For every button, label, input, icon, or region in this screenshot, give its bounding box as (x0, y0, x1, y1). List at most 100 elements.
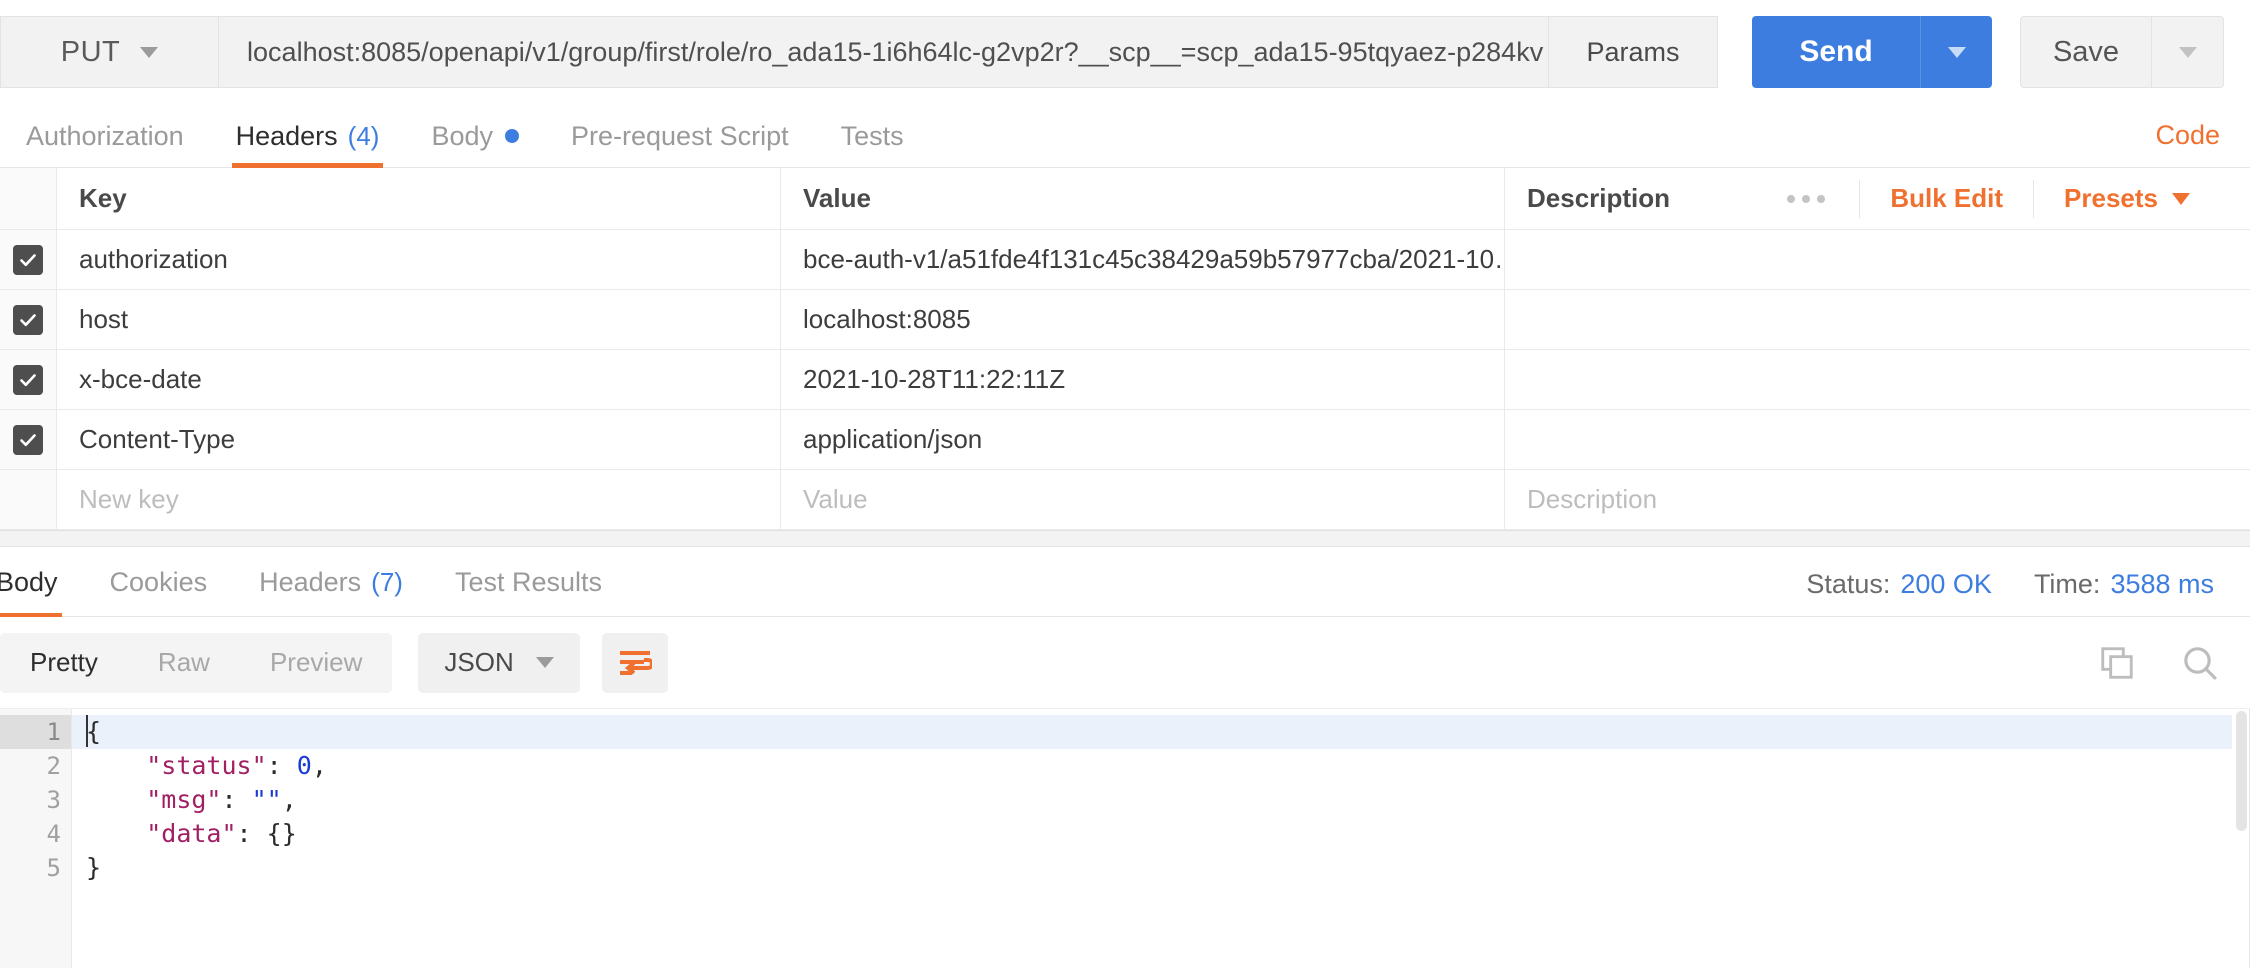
params-button[interactable]: Params (1549, 16, 1718, 88)
send-button-group: Send (1752, 16, 1992, 88)
more-options-icon[interactable] (1753, 195, 1859, 203)
response-tab-label: Cookies (110, 567, 208, 598)
code-token (86, 785, 146, 814)
code-token (86, 819, 146, 848)
check-icon (18, 250, 38, 270)
panel-divider[interactable] (0, 531, 2250, 547)
http-method-label: PUT (61, 36, 121, 69)
copy-icon[interactable] (2098, 644, 2136, 682)
request-tab-label: Tests (841, 121, 904, 152)
code-token: } (86, 853, 101, 882)
line-number: 1 (0, 715, 71, 749)
headers-table-header-row: Key Value Description Bulk Edit Presets (0, 168, 2250, 230)
header-key-cell[interactable]: authorization (56, 230, 780, 289)
request-tab-label: Headers (236, 121, 338, 152)
time-label: Time: (2034, 569, 2101, 599)
header-value-cell[interactable]: localhost:8085 (780, 290, 1504, 349)
response-tab-headers[interactable]: Headers (7) (233, 548, 429, 616)
request-tab-body[interactable]: Body (405, 105, 545, 167)
response-tab-body[interactable]: Body (0, 548, 84, 616)
view-mode-raw[interactable]: Raw (128, 633, 240, 693)
headers-table: Key Value Description Bulk Edit Presets … (0, 168, 2250, 531)
response-tab-cookies[interactable]: Cookies (84, 548, 234, 616)
header-description-cell[interactable] (1504, 290, 2250, 349)
header-row: authorizationbce-auth-v1/a51fde4f131c45c… (0, 230, 2250, 290)
response-tab-count: (7) (371, 567, 403, 598)
request-tab-bar: Code Authorization Headers (4) BodyPre-requ… (0, 104, 2250, 168)
code-token: "" (252, 785, 282, 814)
save-button[interactable]: Save (2020, 16, 2152, 88)
request-tab-label: Authorization (26, 121, 184, 152)
presets-button[interactable]: Presets (2033, 180, 2220, 218)
code-link[interactable]: Code (2155, 120, 2220, 151)
send-options-button[interactable] (1920, 16, 1992, 88)
presets-label: Presets (2064, 183, 2158, 214)
view-mode-pretty[interactable]: Pretty (0, 633, 128, 693)
response-tab-label: Test Results (455, 567, 602, 598)
header-new-description-input[interactable]: Description (1504, 470, 2250, 529)
line-number-gutter: 12345 (0, 709, 72, 968)
code-token: { (86, 717, 101, 746)
code-token: "data" (146, 819, 236, 848)
response-body-code[interactable]: { "status": 0, "msg": "", "data": {}} (72, 709, 2250, 968)
column-header-description: Description Bulk Edit Presets (1504, 168, 2250, 229)
response-format-selector[interactable]: JSON (418, 633, 579, 693)
response-tab-test-results[interactable]: Test Results (429, 548, 628, 616)
bulk-edit-button[interactable]: Bulk Edit (1859, 180, 2033, 218)
request-tab-tests[interactable]: Tests (815, 105, 930, 167)
header-new-value-input[interactable]: Value (780, 470, 1504, 529)
header-value-cell[interactable]: 2021-10-28T11:22:11Z (780, 350, 1504, 409)
response-format-label: JSON (444, 647, 513, 678)
search-icon[interactable] (2180, 643, 2220, 683)
header-checkbox-column (0, 168, 56, 229)
response-tab-label: Headers (259, 567, 361, 598)
vertical-scrollbar[interactable] (2232, 709, 2250, 968)
http-method-selector[interactable]: PUT (0, 16, 218, 88)
scrollbar-thumb[interactable] (2236, 711, 2247, 831)
header-enabled-checkbox[interactable] (13, 365, 43, 395)
column-header-value: Value (780, 168, 1504, 229)
request-tab-headers[interactable]: Headers (4) (210, 105, 406, 167)
header-description-cell[interactable] (1504, 230, 2250, 289)
header-new-key-input[interactable]: New key (56, 470, 780, 529)
header-row: Content-Typeapplication/json (0, 410, 2250, 470)
header-new-row-checkbox-cell (0, 470, 56, 529)
header-enabled-checkbox[interactable] (13, 425, 43, 455)
word-wrap-icon (618, 648, 652, 678)
header-row-checkbox-cell (0, 290, 56, 349)
header-description-cell[interactable] (1504, 350, 2250, 409)
header-key-cell[interactable]: Content-Type (56, 410, 780, 469)
header-value-cell[interactable]: bce-auth-v1/a51fde4f131c45c38429a59b5797… (780, 230, 1504, 289)
header-key-cell[interactable]: host (56, 290, 780, 349)
header-row-checkbox-cell (0, 350, 56, 409)
header-description-cell[interactable] (1504, 410, 2250, 469)
code-line: { (72, 715, 2250, 749)
chevron-down-icon (1948, 47, 1966, 58)
status-label: Status: (1806, 569, 1890, 599)
header-value-cell[interactable]: application/json (780, 410, 1504, 469)
view-mode-preview[interactable]: Preview (240, 633, 392, 693)
line-number: 5 (0, 851, 71, 885)
request-tab-pre-request-script[interactable]: Pre-request Script (545, 105, 815, 167)
send-button[interactable]: Send (1752, 16, 1920, 88)
body-modified-dot-icon (505, 129, 519, 143)
save-options-button[interactable] (2152, 16, 2224, 88)
code-line: "status": 0, (72, 749, 2250, 783)
request-tab-count: (4) (348, 121, 380, 152)
header-row-checkbox-cell (0, 230, 56, 289)
code-line: "msg": "", (72, 783, 2250, 817)
url-input[interactable]: localhost:8085/openapi/v1/group/first/ro… (218, 16, 1549, 88)
header-key-cell[interactable]: x-bce-date (56, 350, 780, 409)
chevron-down-icon (536, 657, 554, 668)
response-toolbar: PrettyRawPreview JSON (0, 617, 2250, 709)
code-token: 0 (297, 751, 312, 780)
request-tab-authorization[interactable]: Authorization (0, 105, 210, 167)
column-header-key: Key (56, 168, 780, 229)
header-enabled-checkbox[interactable] (13, 245, 43, 275)
word-wrap-button[interactable] (602, 633, 668, 693)
line-number: 2 (0, 749, 71, 783)
column-header-description-label: Description (1527, 183, 1670, 214)
code-token: , (282, 785, 297, 814)
header-enabled-checkbox[interactable] (13, 305, 43, 335)
chevron-down-icon (140, 47, 158, 58)
